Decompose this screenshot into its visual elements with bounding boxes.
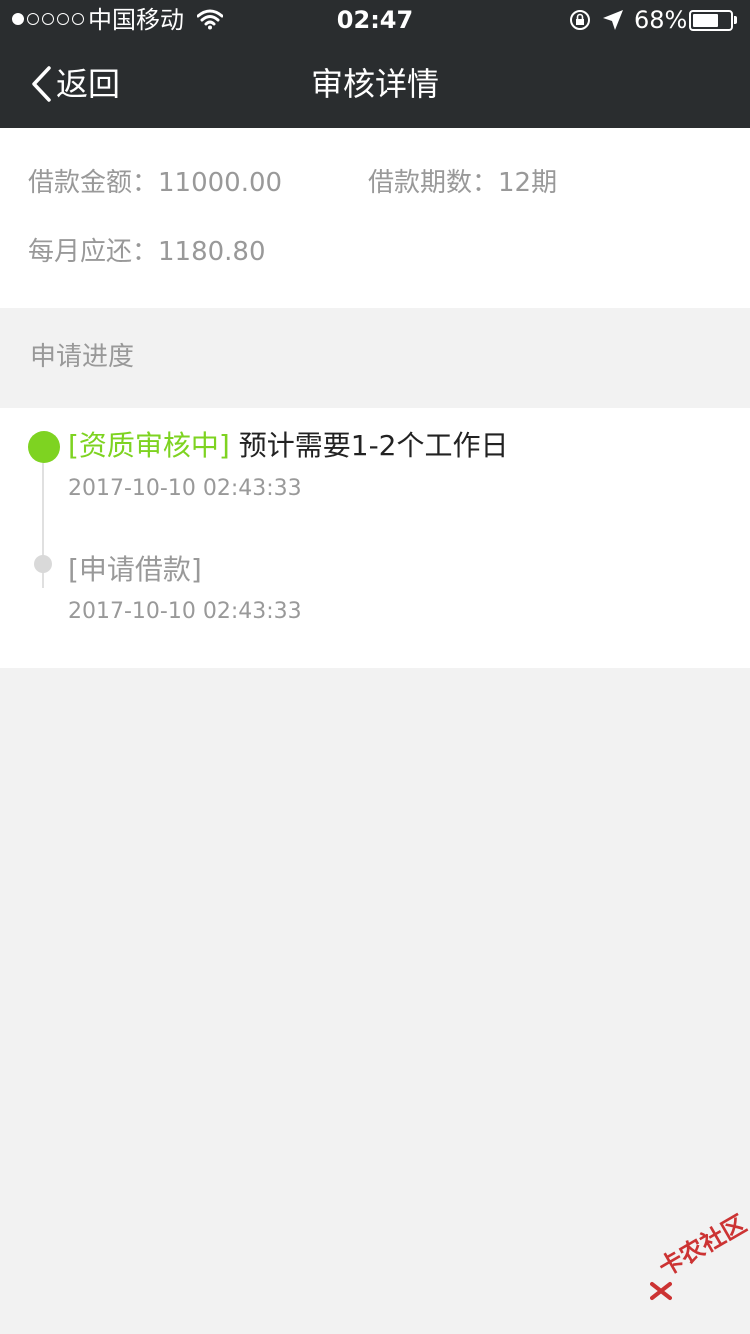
- battery-tip: [734, 16, 737, 24]
- battery-percent: 68%: [634, 6, 688, 34]
- location-arrow-icon: [603, 10, 623, 30]
- page-title: 审核详情: [310, 65, 439, 103]
- top-bar: 中国移动 02:47 68% 返回 审核详情: [0, 0, 750, 128]
- step-timestamp: 2017-10-10 02:43:33: [68, 599, 302, 624]
- loan-periods: 借款期数：12期: [368, 168, 558, 198]
- navigation-bar: 返回 审核详情: [0, 40, 750, 128]
- watermark-logo-icon: [650, 1282, 672, 1300]
- battery-icon: [689, 10, 733, 31]
- monthly-payment: 每月应还：1180.80: [28, 237, 266, 267]
- watermark-text: 卡农社区: [654, 1209, 750, 1282]
- section-title: 申请进度: [30, 342, 135, 372]
- status-bar: 中国移动 02:47 68%: [0, 0, 750, 40]
- battery-level: [693, 14, 718, 27]
- rotation-lock-icon: [570, 10, 590, 30]
- timeline-node-active: [28, 431, 60, 463]
- progress-timeline: [资质审核中] 预计需要1-2个工作日 2017-10-10 02:43:33 …: [0, 408, 750, 668]
- step-status: [资质审核中]: [68, 429, 230, 462]
- step-description: 预计需要1-2个工作日: [238, 429, 509, 462]
- loan-amount: 借款金额：11000.00: [28, 168, 283, 198]
- step-status: [申请借款]: [68, 553, 202, 586]
- step-timestamp: 2017-10-10 02:43:33: [68, 476, 302, 501]
- timeline-step-2: [申请借款]: [68, 552, 202, 588]
- loan-summary: 借款金额：11000.00 借款期数：12期 每月应还：1180.80: [0, 128, 750, 308]
- timeline-node: [34, 555, 52, 573]
- timeline-step-1: [资质审核中] 预计需要1-2个工作日: [68, 428, 509, 464]
- watermark: 卡农社区: [642, 1210, 750, 1306]
